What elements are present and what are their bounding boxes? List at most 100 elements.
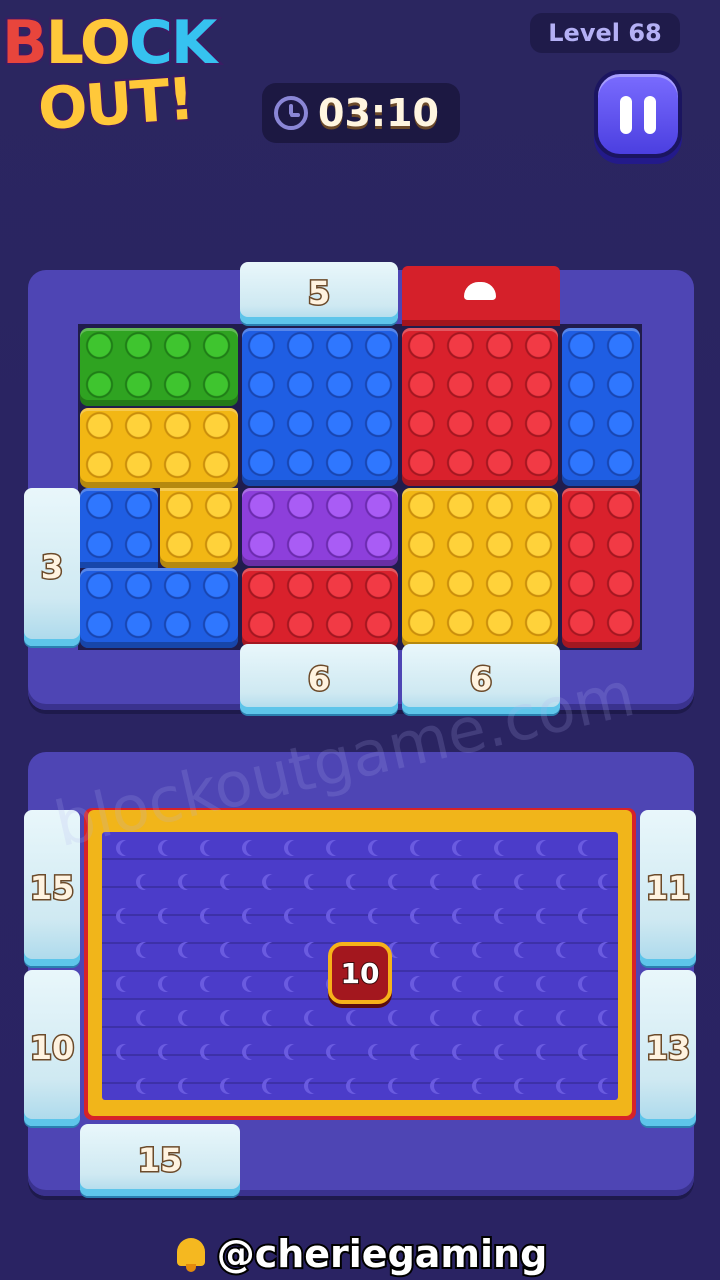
moon-icon — [224, 942, 240, 958]
logo-letter: B — [0, 6, 50, 80]
timer-value: 03:10 — [318, 91, 439, 135]
blue-lego-block[interactable] — [242, 328, 398, 486]
ice-gate-right: 11 — [640, 810, 696, 966]
moon-icon — [602, 1078, 618, 1094]
red-lego-block[interactable] — [562, 488, 640, 648]
moon-icon — [182, 1078, 198, 1094]
moon-icon — [540, 840, 556, 856]
logo-letter: O — [78, 6, 133, 80]
clock-icon — [274, 96, 308, 130]
moon-icon — [456, 840, 472, 856]
moon-icon — [308, 874, 324, 890]
green-lego-block[interactable] — [80, 328, 238, 406]
purple-lego-block[interactable] — [242, 488, 398, 566]
moon-icon — [456, 976, 472, 992]
moon-icon — [162, 976, 178, 992]
moon-icon — [476, 942, 492, 958]
ice-gate-count: 15 — [136, 1140, 184, 1181]
yellow-lego-block-part[interactable] — [160, 488, 238, 568]
moon-icon — [540, 976, 556, 992]
moon-icon — [266, 942, 282, 958]
red-lego-block[interactable] — [402, 328, 558, 486]
moon-icon — [288, 908, 304, 924]
moon-icon — [224, 874, 240, 890]
logo-letter: L — [44, 6, 84, 80]
moon-icon — [560, 1078, 576, 1094]
moon-icon — [414, 908, 430, 924]
moon-icon — [476, 1078, 492, 1094]
creator-handle: @cheriegaming — [215, 1230, 550, 1278]
moon-icon — [498, 908, 514, 924]
moon-icon — [476, 1010, 492, 1026]
moon-icon — [308, 942, 324, 958]
blue-lego-block-part[interactable] — [80, 568, 238, 648]
moon-icon — [560, 1010, 576, 1026]
moon-icon — [140, 1010, 156, 1026]
moon-icon — [330, 1044, 346, 1060]
moon-icon — [224, 1078, 240, 1094]
blue-lego-block[interactable] — [80, 488, 158, 568]
center-counter-value: 10 — [340, 956, 381, 991]
moon-icon — [602, 942, 618, 958]
moon-icon — [540, 1044, 556, 1060]
moon-icon — [582, 976, 598, 992]
moon-icon — [434, 1078, 450, 1094]
moon-icon — [162, 840, 178, 856]
ice-gate-count: 6 — [306, 659, 331, 700]
moon-icon — [498, 976, 514, 992]
ice-gate-count: 15 — [28, 868, 76, 909]
moon-icon — [182, 1010, 198, 1026]
moon-icon — [120, 908, 136, 924]
pause-button[interactable] — [594, 70, 682, 158]
moon-icon — [392, 1078, 408, 1094]
moon-icon — [350, 874, 366, 890]
yellow-lego-block[interactable] — [402, 488, 558, 648]
moon-icon — [266, 874, 282, 890]
moon-icon — [330, 908, 346, 924]
ice-gate-left: 10 — [24, 970, 80, 1126]
moon-icon — [308, 1010, 324, 1026]
moon-icon — [266, 1078, 282, 1094]
moon-icon — [434, 1010, 450, 1026]
ice-gate-count: 13 — [644, 1028, 692, 1069]
moon-icon — [518, 1010, 534, 1026]
center-counter-badge: 10 — [328, 942, 392, 1004]
game-logo: BLOCK OUT! — [0, 0, 270, 150]
ice-gate-right: 13 — [640, 970, 696, 1126]
moon-icon — [288, 1044, 304, 1060]
yellow-lego-block[interactable] — [80, 408, 238, 488]
ice-gate-count: 5 — [306, 273, 331, 314]
moon-icon — [140, 1078, 156, 1094]
red-lego-block[interactable] — [242, 568, 398, 648]
moon-icon — [224, 1010, 240, 1026]
moon-icon — [182, 874, 198, 890]
level-indicator: Level 68 — [530, 13, 680, 53]
moon-icon — [414, 976, 430, 992]
blue-lego-block[interactable] — [562, 328, 640, 486]
ice-gate-count: 10 — [28, 1028, 76, 1069]
moon-icon — [162, 1044, 178, 1060]
moon-icon — [540, 908, 556, 924]
footer-credit: @cheriegaming — [0, 1228, 720, 1280]
moon-icon — [434, 874, 450, 890]
ice-gate-top: 5 — [240, 262, 398, 324]
moon-icon — [498, 1044, 514, 1060]
ice-gate-count: 11 — [644, 868, 692, 909]
moon-icon — [288, 840, 304, 856]
ice-gate-bottom: 15 — [80, 1124, 240, 1196]
moon-icon — [204, 908, 220, 924]
moon-icon — [498, 840, 514, 856]
moon-icon — [560, 874, 576, 890]
moon-icon — [560, 942, 576, 958]
moon-icon — [392, 942, 408, 958]
moon-icon — [456, 908, 472, 924]
moon-icon — [120, 1044, 136, 1060]
moon-icon — [392, 874, 408, 890]
logo-word-out: OUT! — [34, 63, 197, 146]
moon-icon — [602, 874, 618, 890]
moon-icon — [246, 908, 262, 924]
moon-icon — [246, 1044, 262, 1060]
arrow-up-icon — [464, 282, 496, 300]
moon-icon — [246, 976, 262, 992]
moon-icon — [392, 1010, 408, 1026]
